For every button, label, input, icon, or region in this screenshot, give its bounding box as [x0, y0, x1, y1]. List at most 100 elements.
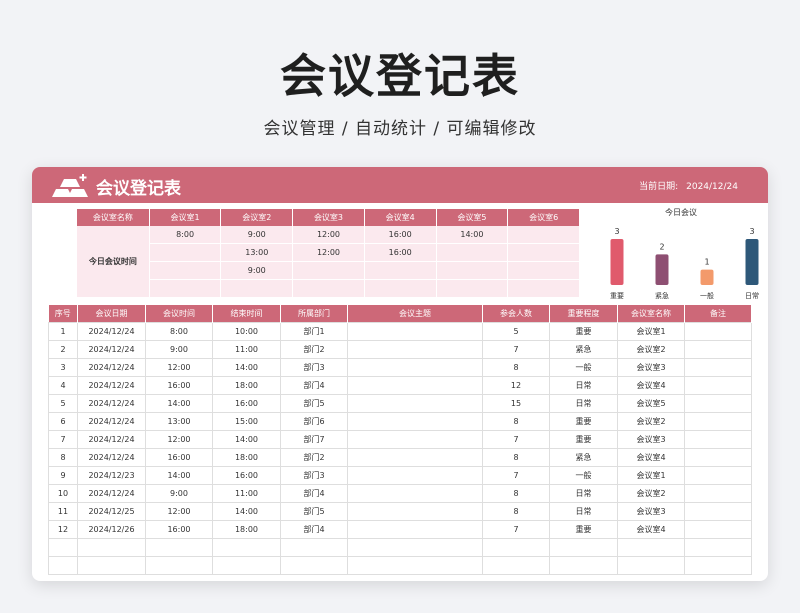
table-cell[interactable]: [617, 538, 685, 557]
table-cell[interactable]: 重要: [549, 520, 618, 539]
table-cell[interactable]: 14:00: [145, 466, 213, 485]
table-cell[interactable]: [347, 556, 483, 575]
table-cell[interactable]: [684, 376, 752, 395]
schedule-time-cell[interactable]: [436, 243, 509, 262]
table-cell[interactable]: 18:00: [212, 376, 281, 395]
schedule-time-cell[interactable]: [364, 261, 437, 280]
table-cell[interactable]: [684, 412, 752, 431]
table-cell[interactable]: 4: [48, 376, 78, 395]
table-cell[interactable]: 会议室4: [617, 520, 685, 539]
table-cell[interactable]: 8: [48, 448, 78, 467]
table-cell[interactable]: 会议室3: [617, 430, 685, 449]
table-cell[interactable]: 部门7: [280, 430, 348, 449]
table-cell[interactable]: [347, 376, 483, 395]
table-cell[interactable]: 2024/12/24: [77, 376, 146, 395]
table-cell[interactable]: 重要: [549, 430, 618, 449]
schedule-time-cell[interactable]: 12:00: [292, 226, 365, 244]
table-cell[interactable]: 12: [482, 376, 550, 395]
table-cell[interactable]: 2024/12/25: [77, 502, 146, 521]
table-cell[interactable]: 部门2: [280, 448, 348, 467]
table-cell[interactable]: [549, 538, 618, 557]
table-cell[interactable]: 15: [482, 394, 550, 413]
table-cell[interactable]: 11:00: [212, 340, 281, 359]
table-cell[interactable]: [684, 340, 752, 359]
table-cell[interactable]: [347, 322, 483, 341]
table-cell[interactable]: 10: [48, 484, 78, 503]
table-cell[interactable]: 11: [48, 502, 78, 521]
table-cell[interactable]: 一般: [549, 358, 618, 377]
table-cell[interactable]: [684, 556, 752, 575]
table-cell[interactable]: [684, 394, 752, 413]
table-cell[interactable]: 部门6: [280, 412, 348, 431]
table-cell[interactable]: 6: [48, 412, 78, 431]
table-cell[interactable]: 部门4: [280, 484, 348, 503]
table-cell[interactable]: [347, 412, 483, 431]
table-cell[interactable]: [482, 538, 550, 557]
schedule-time-cell[interactable]: 14:00: [436, 226, 509, 244]
table-cell[interactable]: 11:00: [212, 484, 281, 503]
table-cell[interactable]: 18:00: [212, 448, 281, 467]
table-cell[interactable]: 16:00: [212, 466, 281, 485]
table-cell[interactable]: [145, 556, 213, 575]
table-cell[interactable]: [280, 556, 348, 575]
table-cell[interactable]: [684, 538, 752, 557]
table-cell[interactable]: 2024/12/24: [77, 412, 146, 431]
table-cell[interactable]: [48, 538, 78, 557]
table-cell[interactable]: 14:00: [212, 502, 281, 521]
schedule-time-cell[interactable]: 8:00: [149, 226, 222, 244]
table-cell[interactable]: [347, 448, 483, 467]
table-cell[interactable]: 8: [482, 484, 550, 503]
table-cell[interactable]: 5: [48, 394, 78, 413]
table-cell[interactable]: 16:00: [145, 376, 213, 395]
table-cell[interactable]: 会议室1: [617, 322, 685, 341]
table-cell[interactable]: 部门3: [280, 358, 348, 377]
table-cell[interactable]: 2: [48, 340, 78, 359]
schedule-time-cell[interactable]: [149, 243, 222, 262]
table-cell[interactable]: 14:00: [212, 358, 281, 377]
schedule-time-cell[interactable]: [292, 261, 365, 280]
table-cell[interactable]: 会议室3: [617, 358, 685, 377]
table-cell[interactable]: 8: [482, 502, 550, 521]
table-cell[interactable]: 12:00: [145, 358, 213, 377]
table-cell[interactable]: 会议室2: [617, 484, 685, 503]
table-cell[interactable]: 2024/12/24: [77, 322, 146, 341]
table-cell[interactable]: [347, 466, 483, 485]
table-cell[interactable]: [482, 556, 550, 575]
table-cell[interactable]: [684, 322, 752, 341]
table-cell[interactable]: [684, 466, 752, 485]
table-cell[interactable]: 9:00: [145, 340, 213, 359]
table-cell[interactable]: [145, 538, 213, 557]
table-cell[interactable]: 一般: [549, 466, 618, 485]
table-cell[interactable]: 7: [482, 340, 550, 359]
table-cell[interactable]: 部门4: [280, 520, 348, 539]
table-cell[interactable]: 部门3: [280, 466, 348, 485]
table-cell[interactable]: 14:00: [212, 430, 281, 449]
table-cell[interactable]: 1: [48, 322, 78, 341]
table-cell[interactable]: 紧急: [549, 448, 618, 467]
table-cell[interactable]: 2024/12/24: [77, 484, 146, 503]
table-cell[interactable]: 会议室1: [617, 466, 685, 485]
table-cell[interactable]: 会议室4: [617, 376, 685, 395]
schedule-time-cell[interactable]: 16:00: [364, 226, 437, 244]
table-cell[interactable]: 日常: [549, 502, 618, 521]
table-cell[interactable]: [347, 340, 483, 359]
schedule-time-cell[interactable]: [220, 279, 294, 298]
table-cell[interactable]: [684, 448, 752, 467]
table-cell[interactable]: 7: [48, 430, 78, 449]
table-cell[interactable]: 18:00: [212, 520, 281, 539]
table-cell[interactable]: [347, 484, 483, 503]
table-cell[interactable]: 16:00: [145, 520, 213, 539]
table-cell[interactable]: 12:00: [145, 502, 213, 521]
table-cell[interactable]: 会议室4: [617, 448, 685, 467]
table-cell[interactable]: 重要: [549, 412, 618, 431]
table-cell[interactable]: 部门2: [280, 340, 348, 359]
table-cell[interactable]: [347, 394, 483, 413]
table-cell[interactable]: 13:00: [145, 412, 213, 431]
table-cell[interactable]: 部门5: [280, 502, 348, 521]
table-cell[interactable]: 部门5: [280, 394, 348, 413]
table-cell[interactable]: 2024/12/24: [77, 358, 146, 377]
table-cell[interactable]: 会议室2: [617, 412, 685, 431]
table-cell[interactable]: [280, 538, 348, 557]
table-cell[interactable]: [684, 484, 752, 503]
table-cell[interactable]: 5: [482, 322, 550, 341]
